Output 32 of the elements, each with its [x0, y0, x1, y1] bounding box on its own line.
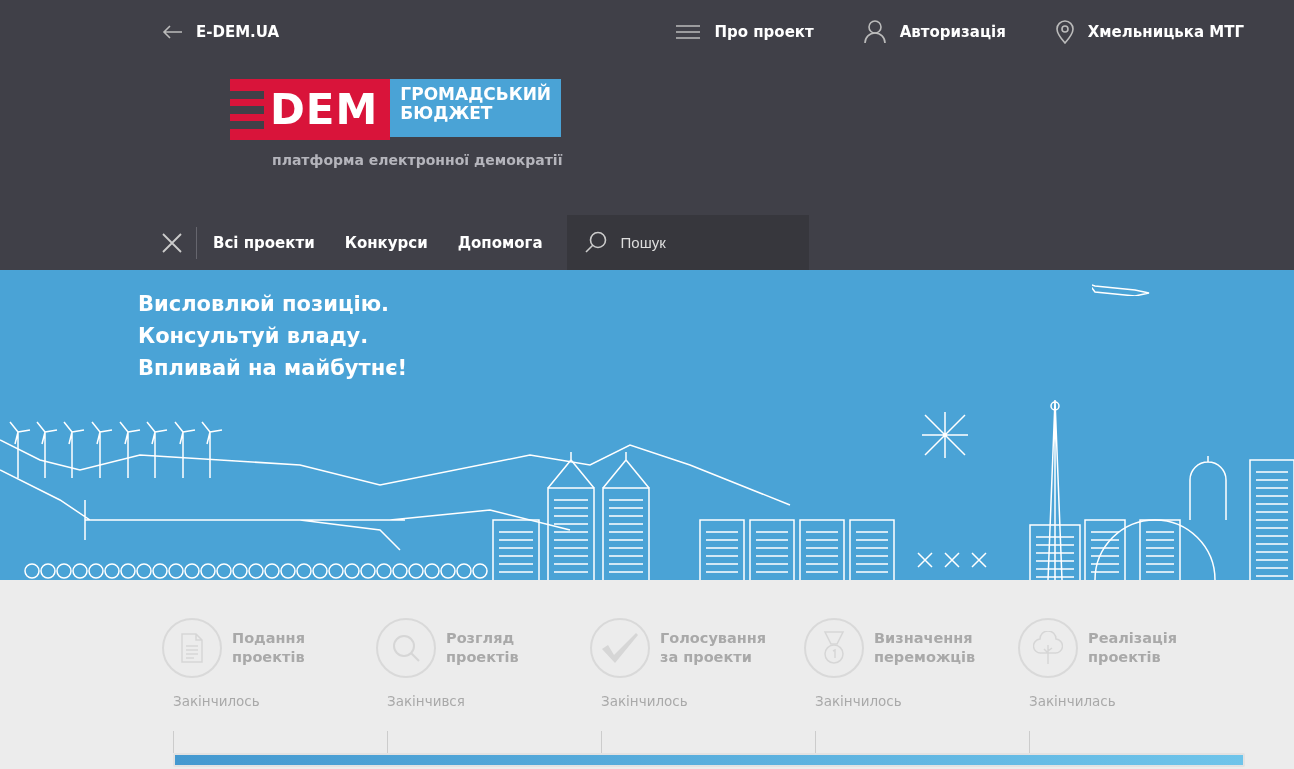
- stage-title: Голосування за проекти: [660, 629, 767, 667]
- back-link[interactable]: E-DEM.UA: [162, 23, 280, 41]
- about-link[interactable]: Про проект: [676, 23, 814, 41]
- hero-slogan-line: Консультуй владу.: [138, 323, 370, 350]
- location-link[interactable]: Хмельницька МТГ: [1055, 20, 1244, 44]
- login-link[interactable]: Авторизація: [863, 20, 1006, 44]
- nav-link[interactable]: Всі проекти: [213, 233, 315, 252]
- stage-status: Закінчилось: [601, 693, 689, 709]
- stage-status: Закінчилось: [815, 693, 903, 709]
- location-pin-icon: [1055, 20, 1074, 44]
- stage-title: Подання проектів: [232, 629, 305, 667]
- logo-title: ГРОМАДСЬКИЙ БЮДЖЕТ: [390, 79, 562, 137]
- airplane-icon: [1092, 282, 1152, 296]
- stage-status: Закінчилась: [1029, 693, 1117, 709]
- stage-status: Закінчилось: [173, 693, 261, 709]
- stage-title: Реалізація проектів: [1088, 629, 1178, 667]
- stage-title: Розгляд проектів: [446, 629, 519, 667]
- back-arrow-icon: [162, 25, 182, 39]
- menu-icon: [676, 25, 701, 39]
- search-field[interactable]: Пошук: [566, 215, 809, 270]
- hero-slogan-line: Висловлюй позицію.: [138, 291, 391, 318]
- hero-slogan-line: Впливай на майбутнє!: [138, 355, 408, 382]
- stage-title: Визначення переможців: [874, 629, 976, 667]
- close-button[interactable]: [162, 226, 197, 259]
- close-icon: [162, 232, 182, 253]
- user-icon: [863, 20, 886, 44]
- search-icon: [584, 231, 607, 253]
- nav-link[interactable]: Допомога: [457, 233, 543, 252]
- stage-status: Закінчився: [387, 693, 466, 709]
- nav-link[interactable]: Конкурси: [344, 233, 428, 252]
- logo-mark: DEM: [230, 79, 391, 140]
- logo-tagline: платформа електронної демократії: [272, 152, 564, 168]
